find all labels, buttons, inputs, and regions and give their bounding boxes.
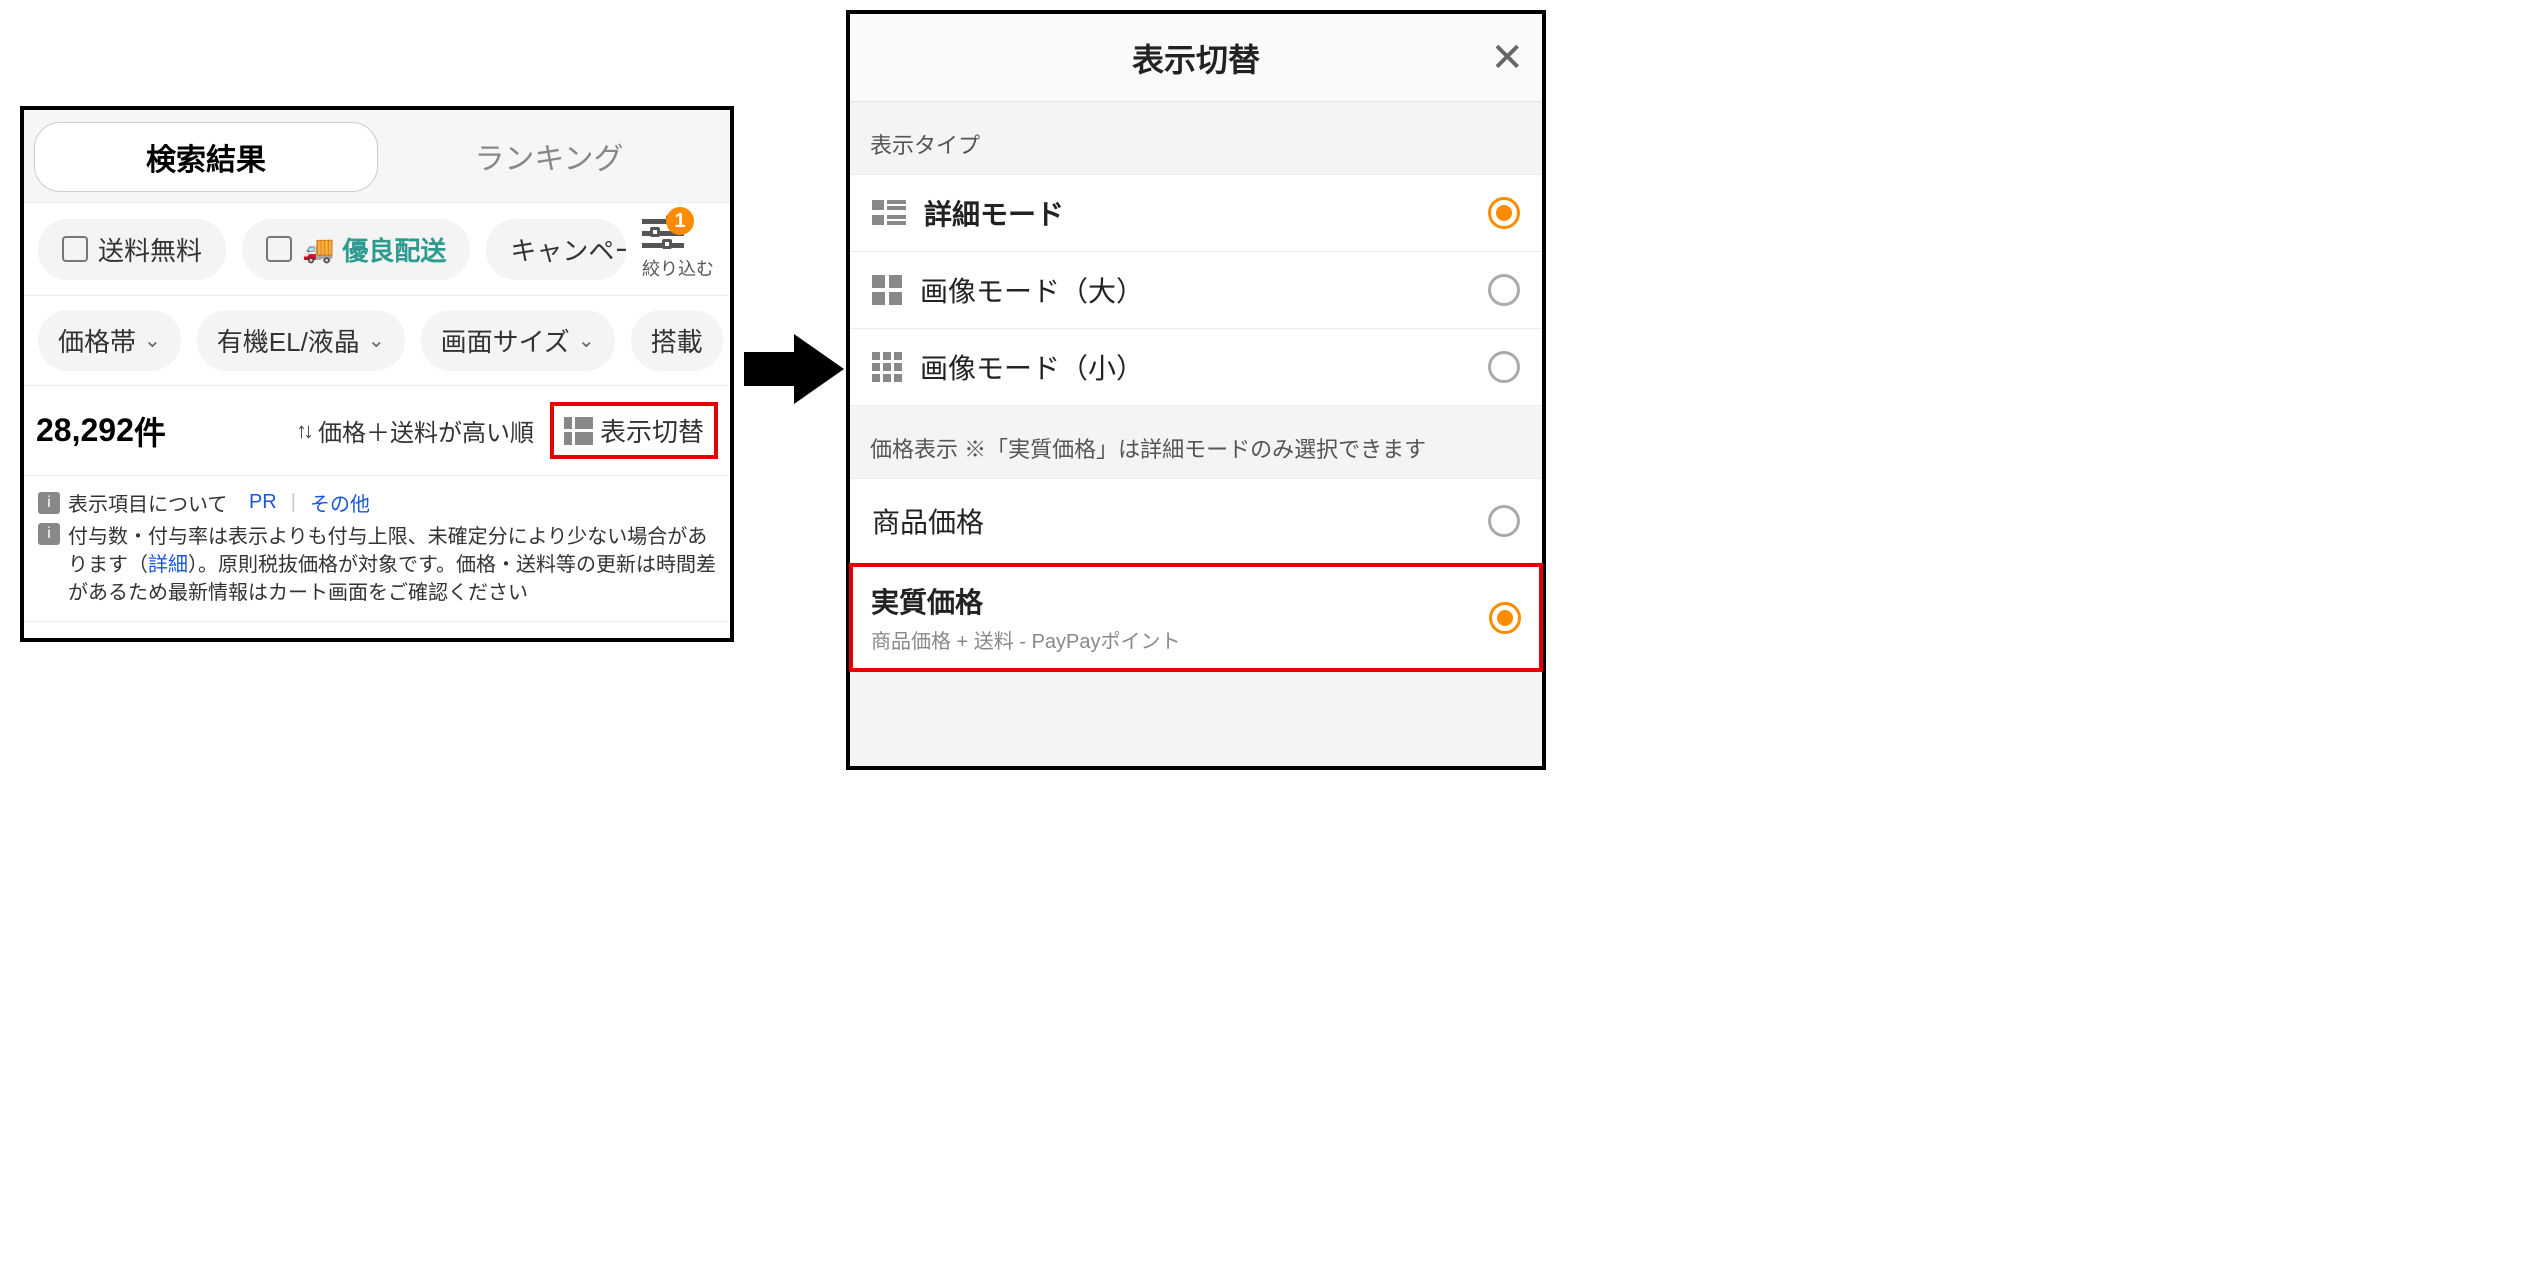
truck-icon: 🚚: [302, 234, 332, 265]
result-count: 28,292: [36, 412, 134, 449]
sort-label: 価格＋送料が高い順: [318, 413, 534, 448]
radio-unselected-icon: [1488, 351, 1520, 383]
grid-small-icon: [872, 352, 902, 382]
chip-label: 優良配送: [342, 231, 446, 268]
chip-premium-delivery[interactable]: 🚚 優良配送: [242, 219, 470, 280]
filter-sliders-icon: 1: [642, 217, 684, 251]
info-notes: i 表示項目について PR | その他 i 付与数・付与率は表示よりも付与上限、…: [24, 476, 730, 622]
radio-unselected-icon: [1488, 505, 1520, 537]
chip-label: キャンペーン: [510, 231, 626, 268]
dropdown-label: 画面サイズ: [441, 322, 570, 359]
option-effective-price[interactable]: 実質価格 商品価格 + 送料 - PayPayポイント: [849, 563, 1543, 672]
list-view-icon: [564, 417, 592, 445]
sort-arrows-icon: ↑↓: [296, 418, 310, 444]
option-sublabel: 商品価格 + 送料 - PayPayポイント: [871, 625, 1181, 654]
arrow-right-icon: [744, 334, 844, 404]
section-price-display-label: 価格表示 ※「実質価格」は詳細モードのみ選択できます: [850, 406, 1542, 478]
chip-free-shipping[interactable]: 送料無料: [38, 219, 226, 280]
view-switch-button[interactable]: 表示切替: [550, 402, 718, 459]
checkbox-icon: [62, 236, 88, 262]
chevron-down-icon: ⌄: [578, 328, 595, 353]
pr-link[interactable]: PR: [249, 491, 277, 514]
radio-selected-icon: [1489, 602, 1521, 634]
view-switch-label: 表示切替: [600, 412, 704, 449]
dropdown-label: 搭載: [651, 322, 703, 359]
option-label: 実質価格: [871, 581, 1181, 621]
detail-link[interactable]: 詳細: [148, 554, 188, 576]
checkbox-icon: [266, 236, 292, 262]
dropdown-equipped[interactable]: 搭載: [631, 310, 723, 371]
chevron-down-icon: ⌄: [144, 328, 161, 353]
result-count-unit: 件: [134, 408, 166, 454]
search-results-panel: 検索結果 ランキング 送料無料 🚚 優良配送 キャンペーン 1 絞り込む 価格帯…: [20, 106, 734, 642]
option-image-small[interactable]: 画像モード（小）: [850, 329, 1542, 406]
filter-chips-row: 送料無料 🚚 優良配送 キャンペーン 1 絞り込む: [24, 203, 730, 296]
info-icon: i: [38, 523, 60, 545]
about-display-label: 表示項目について: [68, 488, 227, 517]
radio-selected-icon: [1488, 197, 1520, 229]
dropdown-filters-row: 価格帯 ⌄ 有機EL/液晶 ⌄ 画面サイズ ⌄ 搭載: [24, 296, 730, 386]
option-image-large[interactable]: 画像モード（大）: [850, 252, 1542, 329]
option-product-price[interactable]: 商品価格: [850, 478, 1542, 564]
other-link[interactable]: その他: [310, 488, 370, 517]
filter-button[interactable]: 1 絞り込む: [642, 217, 720, 281]
option-detail-mode[interactable]: 詳細モード: [850, 174, 1542, 252]
tab-bar: 検索結果 ランキング: [24, 110, 730, 203]
grid-large-icon: [872, 275, 902, 305]
close-icon[interactable]: ✕: [1490, 38, 1524, 78]
chip-campaign[interactable]: キャンペーン: [486, 219, 626, 280]
disclaimer-text: 付与数・付与率は表示よりも付与上限、未確定分により少ない場合があります（詳細）。…: [68, 523, 716, 607]
sort-selector[interactable]: ↑↓ 価格＋送料が高い順: [296, 413, 534, 448]
filter-label: 絞り込む: [642, 255, 714, 281]
view-switch-modal: 表示切替 ✕ 表示タイプ 詳細モード 画像モード（大） 画像モード（小） 価格表…: [846, 10, 1546, 770]
radio-unselected-icon: [1488, 274, 1520, 306]
related-label: 関連性の高い商品のみ表示しています: [38, 638, 445, 642]
dropdown-price-range[interactable]: 価格帯 ⌄: [38, 310, 181, 371]
option-label: 画像モード（小）: [920, 347, 1144, 387]
related-products-row: 関連性の高い商品のみ表示しています すべて表示: [24, 622, 730, 642]
chip-label: 送料無料: [98, 231, 202, 268]
tab-ranking[interactable]: ランキング: [378, 122, 720, 192]
dropdown-panel-type[interactable]: 有機EL/液晶 ⌄: [197, 310, 405, 371]
modal-header: 表示切替 ✕: [850, 14, 1542, 102]
separator: |: [291, 491, 296, 514]
option-label: 商品価格: [872, 501, 984, 541]
result-summary-row: 28,292 件 ↑↓ 価格＋送料が高い順 表示切替: [24, 386, 730, 476]
option-label: 画像モード（大）: [920, 270, 1144, 310]
info-icon: i: [38, 492, 60, 514]
dropdown-screen-size[interactable]: 画面サイズ ⌄: [421, 310, 615, 371]
modal-title: 表示切替: [1132, 35, 1260, 81]
section-display-type-label: 表示タイプ: [850, 102, 1542, 174]
chevron-down-icon: ⌄: [368, 328, 385, 353]
filter-count-badge: 1: [666, 207, 694, 235]
dropdown-label: 有機EL/液晶: [217, 322, 360, 359]
show-all-link[interactable]: すべて表示: [599, 638, 716, 642]
option-label: 詳細モード: [924, 193, 1064, 233]
detail-mode-icon: [872, 198, 906, 228]
tab-search-results[interactable]: 検索結果: [34, 122, 378, 192]
dropdown-label: 価格帯: [58, 322, 136, 359]
